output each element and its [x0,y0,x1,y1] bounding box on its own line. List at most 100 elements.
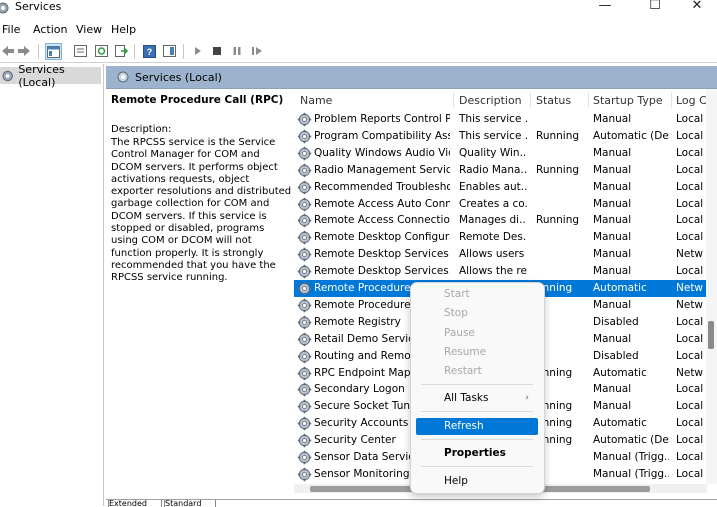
service-name: Recommended Troubleshoo... [314,180,450,193]
title-bar: Services — ☐ ✕ [0,0,717,18]
description-pane: Remote Procedure Call (RPC) Description:… [106,89,292,499]
service-description: Manages di... [459,214,527,227]
service-name: Program Compatibility Assis... [314,129,450,142]
service-gear-icon [297,231,312,245]
service-description: Allows the re... [459,265,527,278]
menu-file[interactable]: File [2,23,20,37]
console-tree-icon[interactable] [45,43,62,60]
service-description: Quality Win... [459,146,527,159]
table-row[interactable]: Quality Windows Audio Vid... Quality Win.… [294,145,717,162]
table-row[interactable]: Remote Access Connection ... Manages di..… [294,212,717,229]
context-menu: Start Stop Pause Resume Restart All Task… [410,282,545,494]
menu-action[interactable]: Action [33,23,67,37]
restart-service-icon[interactable] [249,43,265,59]
context-menu-resume[interactable]: Resume [416,344,538,361]
service-name: Remote Desktop Configurati... [314,231,450,244]
service-description: This service ... [459,129,527,142]
service-startup-type: Automatic (De... [593,129,669,142]
context-menu-start[interactable]: Start [416,286,538,303]
table-row[interactable]: Remote Desktop Configurati... Remote Des.… [294,229,717,246]
vertical-scrollbar[interactable] [706,89,717,484]
maximize-button[interactable]: ☐ [644,0,666,14]
context-menu-separator [421,439,533,440]
column-divider[interactable] [530,92,531,108]
service-gear-icon [297,450,312,465]
refresh-icon[interactable] [93,43,109,59]
service-startup-type: Manual (Trigg... [593,467,669,480]
service-startup-type: Manual [593,298,632,311]
service-status: Running [536,214,580,227]
service-name: Remote Desktop Services [314,248,449,261]
service-startup-type: Manual [593,248,632,261]
table-row[interactable]: Problem Reports Control Pa... This servic… [294,111,717,128]
description-text: The RPCSS service is the Service Control… [111,137,292,284]
back-arrow-icon[interactable] [0,43,16,59]
service-name: Remote Access Connection ... [314,214,450,227]
service-gear-icon [297,467,312,482]
close-button[interactable]: ✕ [686,0,708,14]
toolbar-separator [38,44,39,59]
service-gear-icon [297,214,312,228]
service-startup-type: Manual [593,400,632,413]
service-description: Allows users ... [459,248,527,261]
service-startup-type: Automatic [593,366,647,379]
table-row[interactable]: Remote Desktop Services Allows users ... M… [294,246,717,263]
context-menu-separator [421,411,533,412]
stop-service-icon[interactable] [209,43,225,59]
context-menu-properties[interactable]: Properties [416,445,538,462]
services-gear-icon [2,70,13,81]
column-divider[interactable] [671,92,672,108]
service-name: Remote Desktop Services Us... [314,265,450,278]
menu-help[interactable]: Help [111,23,136,37]
service-gear-icon [297,264,312,279]
context-menu-refresh[interactable]: Refresh [416,418,538,435]
table-row[interactable]: Program Compatibility Assis... This servi… [294,128,717,145]
minimize-button[interactable]: — [594,0,616,14]
column-header-status[interactable]: Status [536,94,571,107]
menu-bar: File Action View Help [0,21,717,39]
help-icon[interactable]: ? [141,43,157,59]
column-header-name[interactable]: Name [300,94,332,107]
service-gear-icon [297,112,312,127]
context-menu-all-tasks[interactable]: All Tasks › [416,390,538,407]
vertical-scroll-thumb[interactable] [708,321,714,349]
export-list-icon[interactable] [113,43,129,59]
service-startup-type: Disabled [593,349,639,362]
service-startup-type: Manual [593,146,632,159]
service-gear-icon [297,298,312,313]
menu-item-label: Stop [444,307,468,319]
service-gear-icon [297,366,312,380]
list-header: Name Description Status Startup Type Log… [294,89,717,111]
tree-item-services-local[interactable]: Services (Local) [0,63,101,89]
context-menu-pause[interactable]: Pause [416,325,538,342]
context-menu-help[interactable]: Help [416,473,538,490]
panel-header: Services (Local) [106,66,717,89]
column-divider[interactable] [453,92,454,108]
forward-arrow-icon[interactable] [16,43,32,59]
column-header-log-on-as[interactable]: Log C [676,94,707,107]
service-name: Remote Access Auto Connec... [314,197,450,210]
menu-view[interactable]: View [76,23,102,37]
start-service-icon[interactable] [190,43,206,59]
toolbar-separator [183,44,184,59]
table-row[interactable]: Remote Access Auto Connec... Creates a co… [294,196,717,213]
properties-sheet-icon[interactable] [72,43,88,59]
pause-service-icon[interactable] [229,43,245,59]
column-divider[interactable] [588,92,589,108]
service-gear-icon [297,400,312,414]
context-menu-restart[interactable]: Restart [416,363,538,380]
service-gear-icon [297,315,312,329]
table-row[interactable]: Recommended Troubleshoo... Enables aut...… [294,179,717,196]
service-gear-icon [297,281,312,296]
action-pane-icon[interactable] [161,43,177,59]
column-header-description[interactable]: Description [459,94,522,107]
table-row[interactable]: Remote Desktop Services Us... Allows the … [294,263,717,280]
service-description: Radio Mana... [459,163,527,176]
service-startup-type: Manual [593,180,632,193]
services-gear-icon [117,71,129,83]
column-header-startup-type[interactable]: Startup Type [593,94,663,107]
service-name: Quality Windows Audio Vid... [314,146,450,159]
context-menu-stop[interactable]: Stop [416,305,538,322]
service-gear-icon [297,433,312,448]
table-row[interactable]: Radio Management Service Radio Mana... Run… [294,162,717,179]
